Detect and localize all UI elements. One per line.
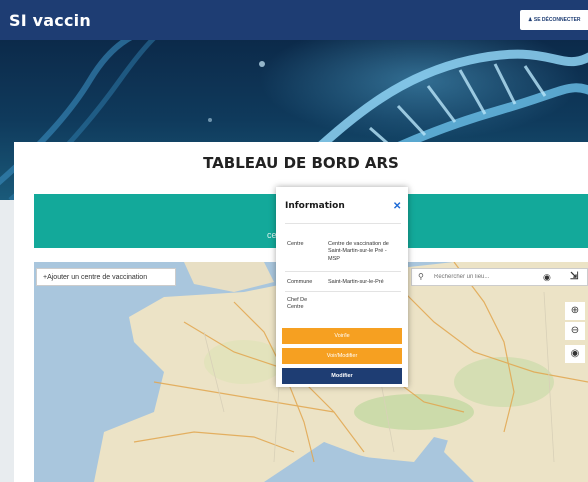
binoculars-icon[interactable]: ◉ bbox=[543, 272, 551, 283]
add-vaccination-center-button[interactable]: +Ajouter un centre de vaccination bbox=[36, 268, 176, 286]
top-navbar: SI vaccin ♟ SE DÉCONNECTER bbox=[0, 0, 588, 40]
logout-label: SE DÉCONNECTER bbox=[533, 17, 581, 23]
fullscreen-icon[interactable]: ⇲ bbox=[570, 271, 578, 282]
close-icon[interactable]: ✕ bbox=[393, 201, 401, 212]
page-title: TABLEAU DE BORD ARS bbox=[203, 154, 399, 172]
map-search-box[interactable]: ⚲ ◉ ⇲ bbox=[411, 268, 588, 286]
popup-title: Information bbox=[285, 201, 345, 211]
logout-button[interactable]: ♟ SE DÉCONNECTER bbox=[520, 10, 588, 30]
chef-de-centre-label: Chef De Centre bbox=[287, 297, 308, 311]
search-icon: ⚲ bbox=[418, 272, 424, 281]
info-popup: Information ✕ Centre Centre de vaccinati… bbox=[276, 187, 408, 387]
commune-label: Commune bbox=[287, 279, 313, 285]
user-icon: ♟ bbox=[528, 17, 533, 23]
view-button[interactable]: Voir/le bbox=[282, 328, 402, 344]
popup-divider bbox=[285, 223, 401, 224]
zoom-out-icon[interactable]: ⊖ bbox=[565, 322, 585, 340]
view-edit-button[interactable]: Voir/Modifier bbox=[282, 348, 402, 364]
popup-divider bbox=[285, 271, 401, 272]
commune-value: Saint-Martin-sur-le-Pré bbox=[328, 279, 384, 285]
popup-divider bbox=[285, 291, 401, 292]
app-title[interactable]: SI vaccin bbox=[9, 11, 91, 30]
centre-value: Centre de vaccination de Saint-Martin-su… bbox=[328, 241, 389, 262]
map-search-input[interactable] bbox=[434, 271, 524, 283]
zoom-in-icon[interactable]: ⊕ bbox=[565, 302, 585, 320]
centre-label: Centre bbox=[287, 241, 304, 247]
modify-button[interactable]: Modifier bbox=[282, 368, 402, 384]
globe-icon[interactable]: ◉ bbox=[565, 345, 585, 363]
